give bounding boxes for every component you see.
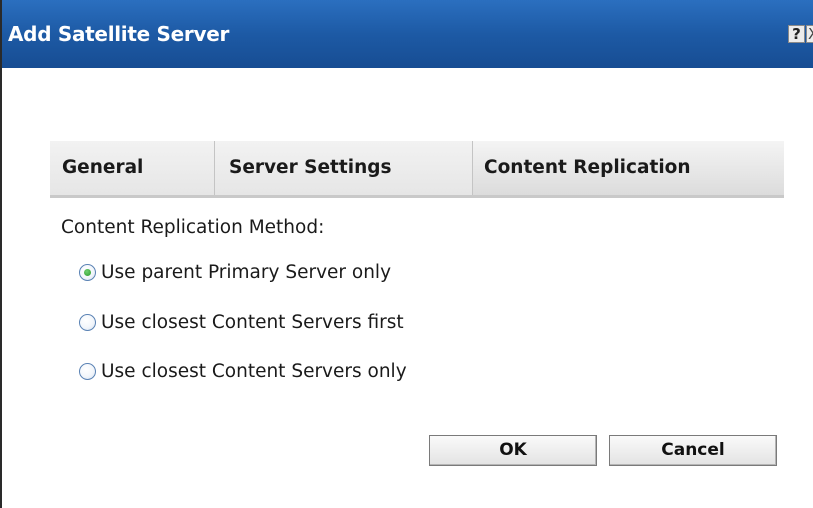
- radio-button-checked[interactable]: [79, 263, 96, 281]
- cancel-button[interactable]: Cancel: [609, 435, 777, 466]
- option-closest-content-first[interactable]: Use closest Content Servers first: [79, 309, 404, 335]
- option-parent-primary-only[interactable]: Use parent Primary Server only: [79, 259, 391, 285]
- close-button[interactable]: X: [806, 25, 813, 43]
- help-button[interactable]: ?: [788, 25, 805, 43]
- add-satellite-server-dialog: Add Satellite Server ? X General Server …: [0, 0, 813, 508]
- tab-bar: General Server Settings Content Replicat…: [50, 141, 784, 198]
- option-label: Use parent Primary Server only: [101, 261, 392, 283]
- replication-method-label: Content Replication Method:: [61, 217, 325, 238]
- option-label: Use closest Content Servers only: [101, 360, 407, 382]
- radio-button[interactable]: [79, 362, 96, 380]
- tab-content-replication[interactable]: Content Replication: [473, 141, 784, 195]
- ok-button[interactable]: OK: [429, 435, 597, 466]
- tab-general[interactable]: General: [50, 141, 215, 195]
- dialog-titlebar: Add Satellite Server ? X: [2, 0, 813, 68]
- tab-server-settings[interactable]: Server Settings: [215, 141, 473, 195]
- radio-button[interactable]: [79, 313, 96, 331]
- dialog-title: Add Satellite Server: [8, 22, 230, 46]
- option-closest-content-only[interactable]: Use closest Content Servers only: [79, 358, 407, 384]
- option-label: Use closest Content Servers first: [101, 311, 404, 333]
